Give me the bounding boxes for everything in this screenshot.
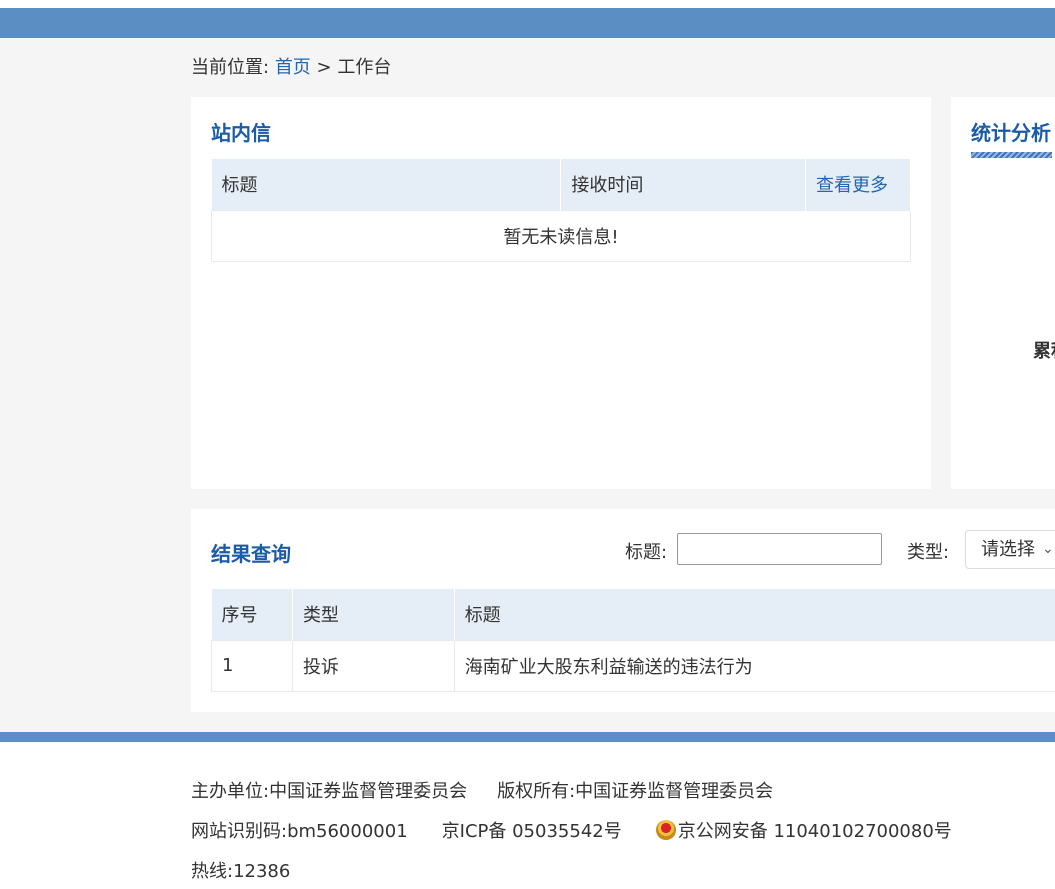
footer-line-1: 主办单位:中国证券监督管理委员会 版权所有:中国证券监督管理委员会	[191, 780, 773, 804]
mail-table: 标题 接收时间 查看更多 暂无未读信息!	[211, 159, 911, 262]
breadcrumb-home-link[interactable]: 首页	[275, 57, 311, 78]
results-panel-title: 结果查询	[211, 542, 291, 566]
stats-cumulative-label: 累积	[1033, 341, 1055, 362]
mail-panel-title: 站内信	[211, 121, 271, 145]
table-row[interactable]: 1 投诉 海南矿业大股东利益输送的违法行为	[211, 639, 1055, 692]
footer-copyright: 版权所有:中国证券监督管理委员会	[497, 781, 774, 802]
table-row: 暂无未读信息!	[211, 209, 911, 262]
footer-police-record-link[interactable]: 京公网安备 11040102700080号	[678, 821, 952, 842]
results-col-title: 标题	[454, 589, 1055, 640]
results-cell-type: 投诉	[291, 639, 455, 692]
mail-panel: 站内信 标题 接收时间 查看更多 暂无未读信息!	[191, 97, 931, 489]
footer: 主办单位:中国证券监督管理委员会 版权所有:中国证券监督管理委员会 网站识别码:b…	[0, 742, 1055, 889]
results-table: 序号 类型 标题 1 投诉 海南矿业大股东利益输送的违法行为	[211, 589, 1055, 692]
type-select-value: 请选择	[981, 539, 1035, 560]
results-col-index: 序号	[211, 589, 293, 640]
results-table-header: 序号 类型 标题	[211, 589, 1055, 640]
mail-empty-message: 暂无未读信息!	[211, 209, 911, 262]
footer-divider-bar	[0, 732, 1055, 742]
type-filter-label: 类型:	[907, 542, 950, 563]
results-col-type: 类型	[292, 589, 455, 640]
footer-line-2: 网站识别码:bm56000001 京ICP备 05035542号 京公网安备 110…	[191, 820, 952, 844]
mail-table-header: 标题 接收时间 查看更多	[211, 159, 911, 210]
breadcrumb-current: 工作台	[337, 57, 392, 78]
results-panel: 结果查询 标题: 类型: 请选择 ⌄ 序号 类型 标题 1 投诉 海南矿业大股东…	[191, 509, 1055, 712]
view-more-link[interactable]: 查看更多	[805, 159, 911, 210]
mail-col-title: 标题	[211, 159, 562, 210]
footer-sponsor: 主办单位:中国证券监督管理委员会	[191, 781, 468, 802]
stats-panel: 统计分析 累积	[951, 97, 1055, 489]
footer-hotline: 热线:12386	[191, 861, 291, 882]
police-badge-icon	[655, 820, 676, 840]
top-strip	[0, 0, 1055, 8]
type-select[interactable]: 请选择 ⌄	[965, 530, 1055, 569]
stats-panel-title: 统计分析	[971, 121, 1051, 145]
breadcrumb-separator: >	[316, 57, 332, 78]
title-filter-label: 标题:	[625, 542, 668, 563]
footer-line-3: 热线:12386	[191, 860, 290, 884]
results-cell-index: 1	[211, 639, 293, 692]
mail-col-received-time: 接收时间	[560, 159, 806, 210]
chevron-down-icon: ⌄	[1042, 541, 1054, 557]
title-search-input[interactable]	[677, 533, 882, 565]
stats-title-underline	[971, 152, 1052, 158]
breadcrumb: 当前位置: 首页 > 工作台	[191, 56, 391, 80]
footer-icp-link[interactable]: 京ICP备 05035542号	[442, 821, 622, 842]
top-header-bar	[0, 8, 1055, 38]
results-cell-title[interactable]: 海南矿业大股东利益输送的违法行为	[453, 639, 1055, 692]
breadcrumb-prefix: 当前位置:	[191, 57, 270, 78]
footer-site-code: 网站识别码:bm56000001	[191, 821, 408, 842]
